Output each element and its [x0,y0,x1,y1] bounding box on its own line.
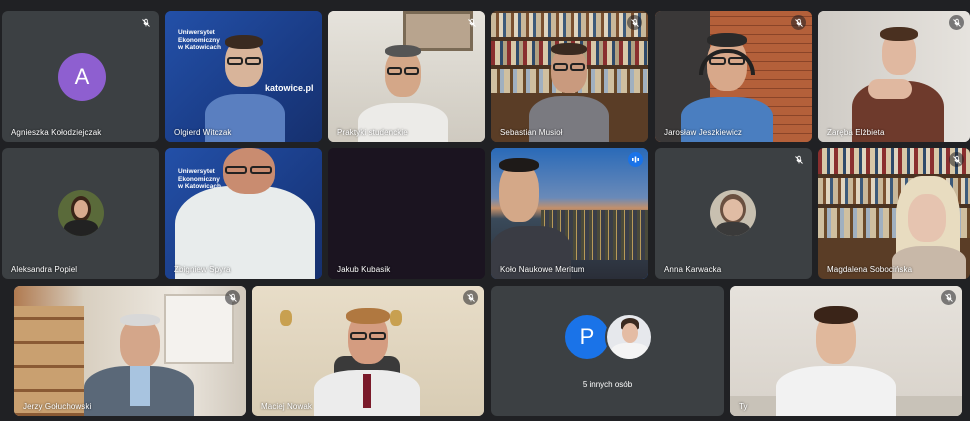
participant-video [776,302,896,416]
participant-video [491,156,571,279]
participant-name: Magdalena Sobocińska [827,265,913,274]
mic-off-icon [464,15,479,30]
participant-name: Agnieszka Kołodziejczak [11,128,102,137]
mic-off-icon [225,290,240,305]
bookshelf [14,306,84,416]
participant-video [888,176,968,279]
participant-tile-zbigniew[interactable]: Uniwersytet Ekonomiczny w Katowicach Zbi… [165,148,322,279]
participant-tile-agnieszka[interactable]: A Agnieszka Kołodziejczak [2,11,159,142]
participant-name: Jerzy Gołuchowski [23,402,92,411]
participant-name: Jarosław Jeszkiewicz [664,128,743,137]
participant-name: Koło Naukowe Meritum [500,265,585,274]
participant-tile-self[interactable]: Ty [730,286,962,416]
participant-name: Ty [739,402,748,411]
participant-name: Sebastian Musioł [500,128,563,137]
mic-off-icon [949,152,964,167]
participant-tile-elzbieta[interactable]: Zaręba Elżbieta [818,11,970,142]
wall-lamp-left [280,310,292,326]
participant-name: Olgierd Witczak [174,128,232,137]
mic-off-icon [791,15,806,30]
participant-tile-sebastian[interactable]: Sebastian Musioł [491,11,648,142]
participant-tile-olgierd[interactable]: Uniwersytet Ekonomiczny w Katowicach kat… [165,11,322,142]
avatar: P [563,313,611,361]
participant-video [84,314,194,416]
mic-off-icon [791,152,806,167]
books [818,148,970,174]
participant-name: Zaręba Elżbieta [827,128,885,137]
participant-video [677,25,777,142]
participant-tile-jerzy[interactable]: Jerzy Gołuchowski [14,286,246,416]
participant-video [529,41,609,142]
mic-off-icon [138,15,153,30]
participant-name: Anna Karwacka [664,265,722,274]
participant-name: Jakub Kubasik [337,265,391,274]
participant-name: Maciej Nowak [261,402,312,411]
participant-tile-others[interactable]: P 5 innych osób [491,286,724,416]
avatar [605,313,653,361]
dark-video [328,148,485,279]
participant-video [205,29,285,142]
others-count-label: 5 innych osób [582,380,633,389]
participant-video [312,308,422,416]
participant-video [358,41,448,142]
participant-tile-aleksandra[interactable]: Aleksandra Popiel [2,148,159,279]
mic-off-icon [627,15,642,30]
participant-tile-magdalena[interactable]: Magdalena Sobocińska [818,148,970,279]
audio-level-icon [628,152,643,167]
participant-tile-meritum[interactable]: Koło Naukowe Meritum [491,148,648,279]
participant-video [848,21,948,142]
mic-off-icon [941,290,956,305]
avatar [710,190,756,236]
participant-name: Zbigniew Spyra [174,265,231,274]
mic-off-icon [463,290,478,305]
mic-off-icon [949,15,964,30]
participant-video [175,148,315,279]
participant-tile-praktyki[interactable]: Praktyki studenckie [328,11,485,142]
participant-tile-anna[interactable]: Anna Karwacka [655,148,812,279]
participant-name: Praktyki studenckie [337,128,408,137]
participant-tile-jaroslaw[interactable]: Jarosław Jeszkiewicz [655,11,812,142]
books [491,13,648,37]
participant-tile-maciej[interactable]: Maciej Nowak [252,286,484,416]
avatar: A [58,53,106,101]
avatar [58,190,104,236]
participant-name: Aleksandra Popiel [11,265,78,274]
participant-tile-jakub[interactable]: Jakub Kubasik [328,148,485,279]
